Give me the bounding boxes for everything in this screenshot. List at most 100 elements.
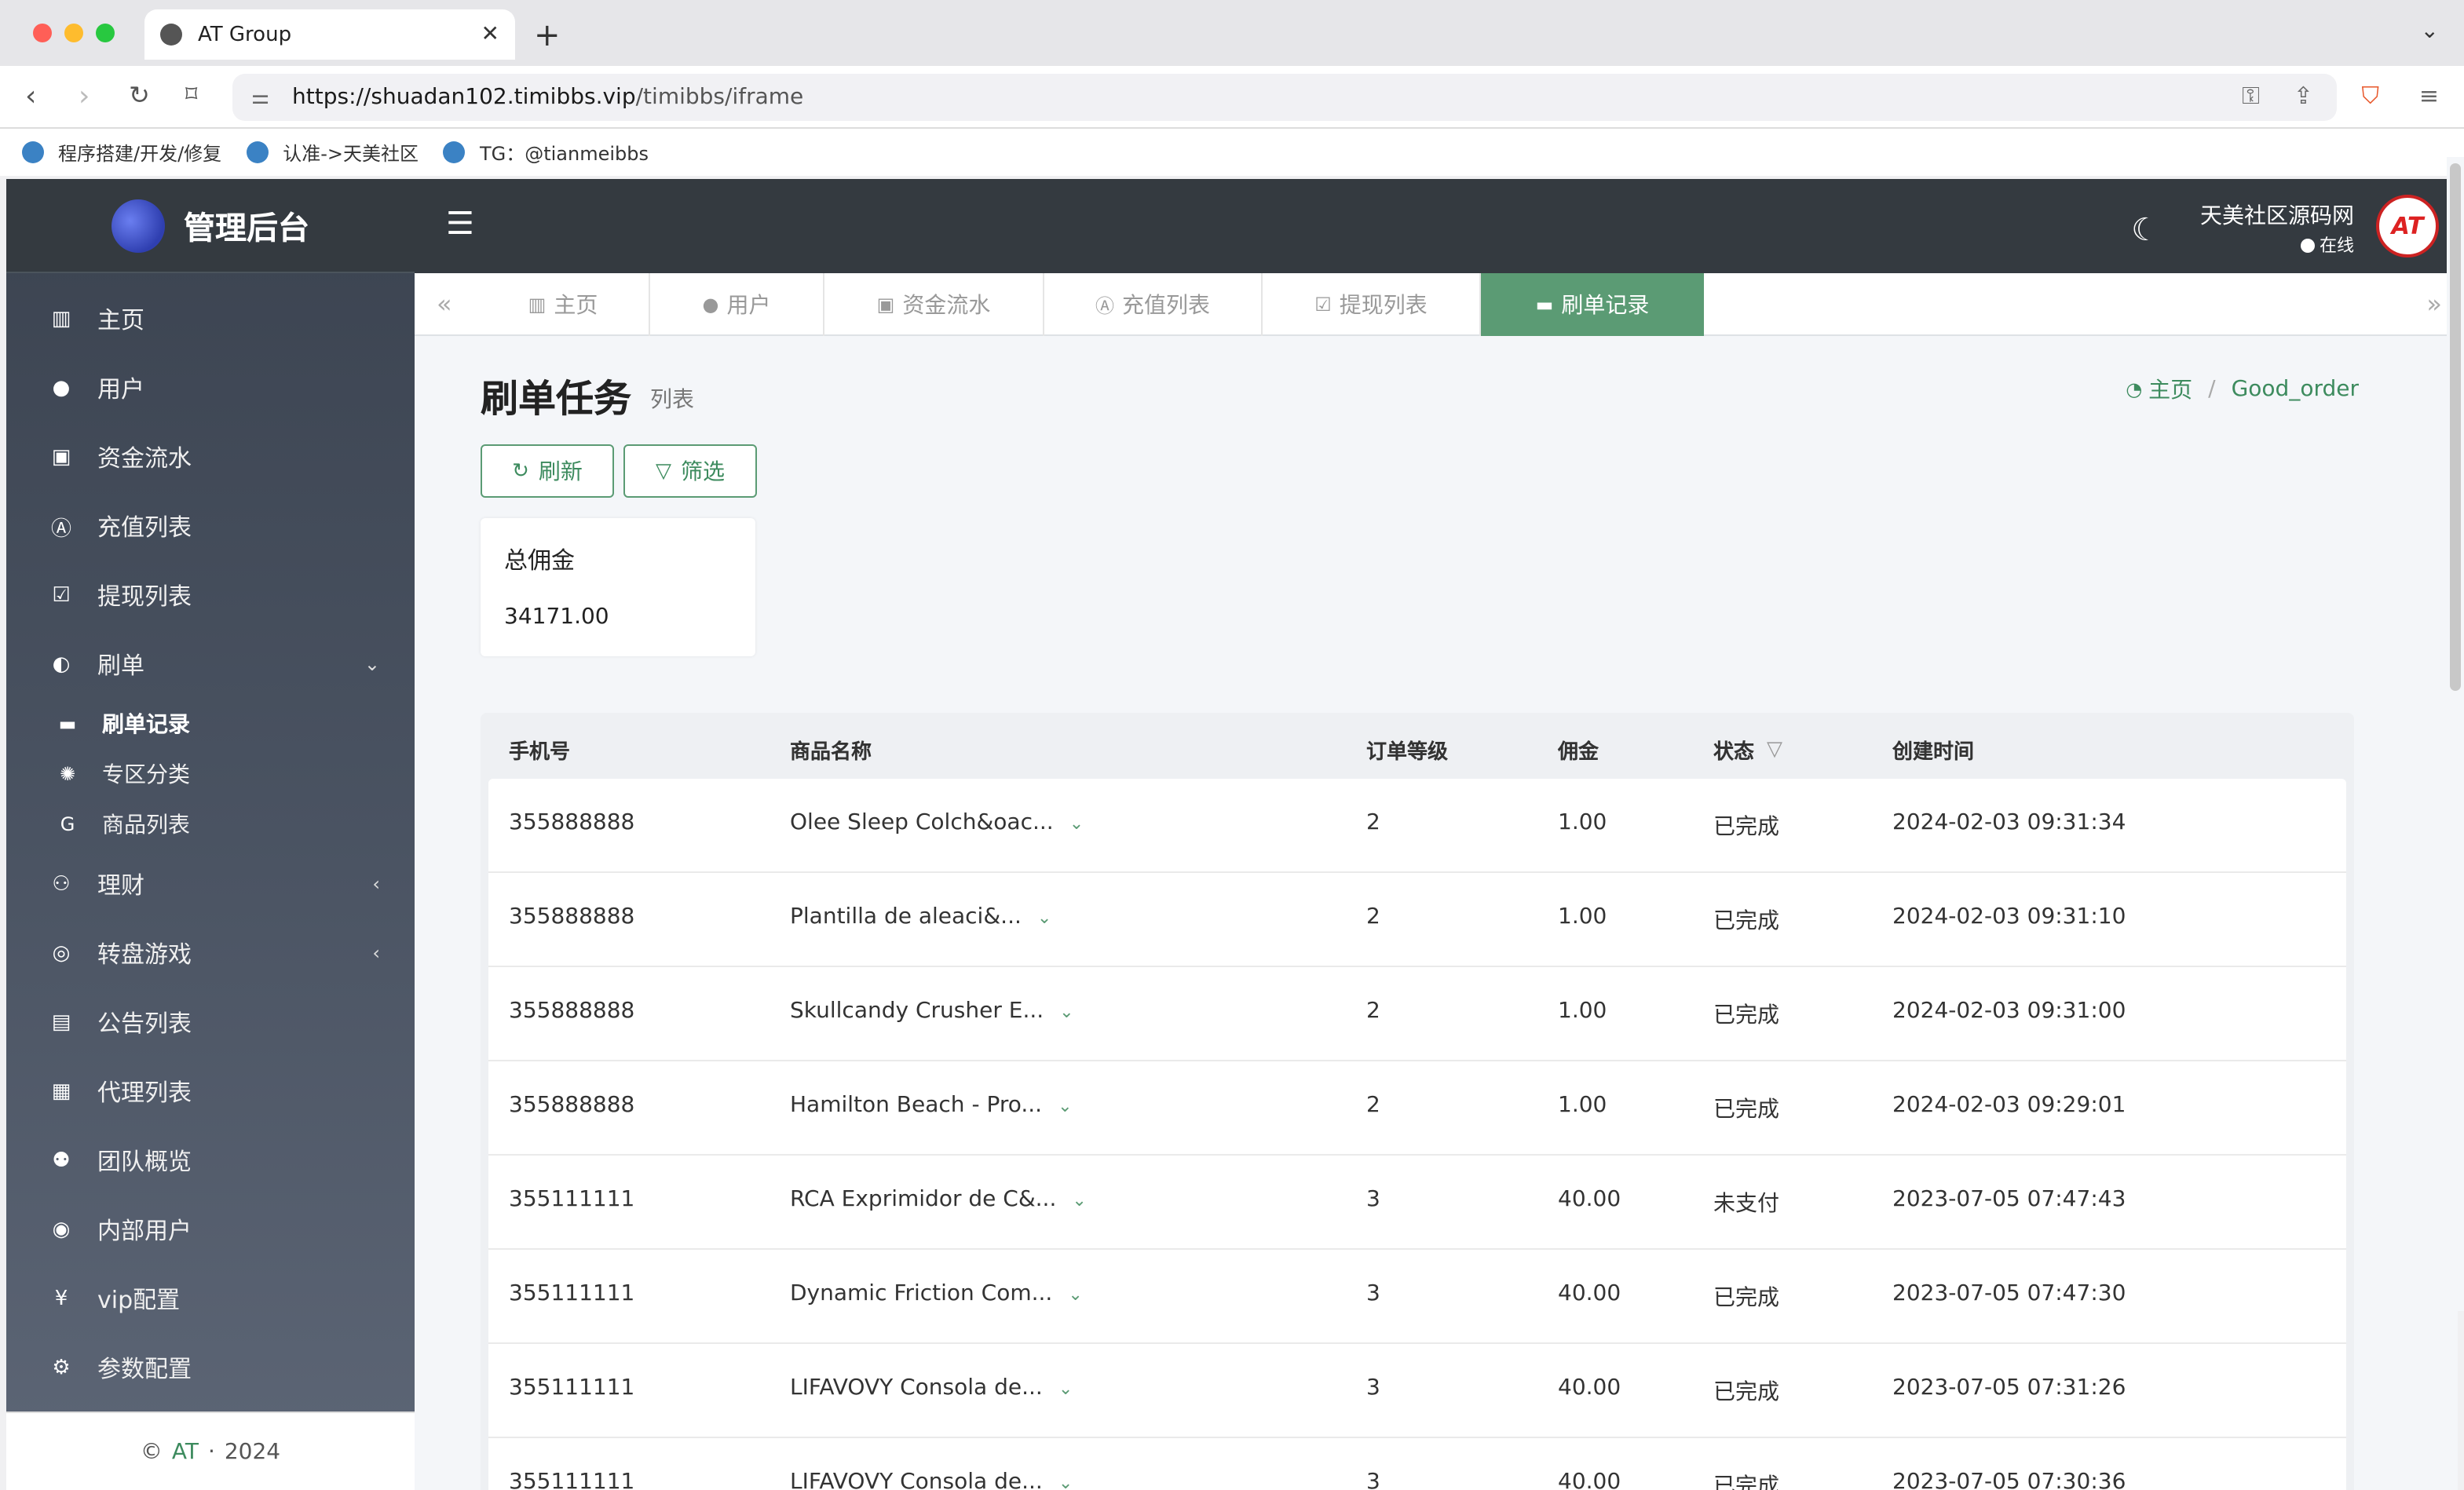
sidebar-item-wheel-game[interactable]: ◎ 转盘游戏 ‹ [6,918,415,988]
sidebar-item-announcements[interactable]: ▤ 公告列表 [6,988,415,1057]
close-tab-icon[interactable]: ✕ [481,22,499,47]
brand[interactable]: 管理后台 [6,179,415,273]
cell-created: 2024-02-03 09:31:00 [1892,999,2126,1024]
sidebar-subitem-categories[interactable]: ✺ 专区分类 [6,749,415,799]
expand-chevron-icon[interactable]: ⌄ [1059,1002,1073,1022]
table-row[interactable]: 355888888 Skullcandy Crusher E... ⌄ 2 1.00 已完… [488,967,2346,1061]
share-icon[interactable]: ⇪ [2294,82,2313,110]
bookmark-item[interactable]: TG：@tianmeibbs [443,139,649,166]
new-tab-icon[interactable]: + [534,16,561,53]
column-header-created[interactable]: 创建时间 [1892,735,1974,765]
url-host: https://shuadan102.timibbs.vip [292,85,636,110]
tab-brush-records[interactable]: ▬ 刷单记录 [1481,273,1704,336]
bookmark-item[interactable]: 认准->天美社区 [247,139,419,166]
sidebar-item-agents[interactable]: ▦ 代理列表 [6,1057,415,1126]
sidebar-item-users[interactable]: ● 用户 [6,353,415,422]
bookmark-item[interactable]: 程序搭建/开发/修复 [22,139,221,166]
cell-commission: 40.00 [1558,1281,1621,1306]
close-window-button[interactable] [33,24,52,42]
sidebar-item-team[interactable]: ⚉ 团队概览 [6,1126,415,1195]
sidebar-item-label: 商品列表 [102,813,190,838]
back-icon[interactable]: ‹ [25,80,36,113]
browser-tab[interactable]: AT Group ✕ [144,9,515,60]
tab-home[interactable]: ▥ 主页 [477,273,650,336]
sidebar-item-settings[interactable]: ⚙ 参数配置 [6,1333,415,1402]
table-row[interactable]: 355111111 LIFAVOVY Consola de... ⌄ 3 40.00 已完… [488,1438,2346,1490]
cell-level: 3 [1366,1281,1380,1306]
breadcrumb-home-link[interactable]: 主页 [2148,374,2192,405]
table-row[interactable]: 355888888 Olee Sleep Colch&oac... ⌄ 2 1.00 已完… [488,779,2346,873]
orders-table: 手机号 商品名称 订单等级 佣金 状态 ▽ 创建时间 355888888 Olee … [481,713,2354,1490]
cell-level: 3 [1366,1470,1380,1490]
expand-chevron-icon[interactable]: ⌄ [1068,1284,1082,1305]
expand-chevron-icon[interactable]: ⌄ [1069,813,1084,834]
sidebar-item-finance[interactable]: ⚇ 理财 ‹ [6,849,415,918]
reload-icon[interactable]: ↻ [129,80,150,110]
sidebar-item-recharge[interactable]: Ⓐ 充值列表 [6,491,415,561]
sidebar-subitem-products[interactable]: G 商品列表 [6,799,415,849]
chevron-down-icon[interactable]: ⌄ [2421,19,2439,44]
cell-text: 2023-07-05 07:47:30 [1892,1281,2126,1306]
sidebar-item-brush[interactable]: ◐ 刷单 ⌄ [6,630,415,699]
tab-withdraw[interactable]: ☑ 提现列表 [1263,273,1481,336]
tab-users[interactable]: ● 用户 [650,273,824,336]
column-header-status[interactable]: 状态 ▽ [1713,735,1782,765]
bookmark-icon[interactable]: ⌑ [185,80,197,108]
cell-phone: 355111111 [509,1187,634,1212]
user-name[interactable]: 天美社区源码网 [2200,199,2354,231]
online-dot-icon [2301,238,2315,252]
table-row[interactable]: 355111111 LIFAVOVY Consola de... ⌄ 3 40.00 已完… [488,1344,2346,1438]
menu-icon[interactable]: ≡ [2419,82,2439,110]
expand-chevron-icon[interactable]: ⌄ [1058,1473,1073,1490]
hamburger-menu-icon[interactable]: ☰ [446,204,474,242]
dark-mode-toggle-icon[interactable]: ☾ [2131,210,2159,248]
scrollbar-thumb[interactable] [2450,163,2461,691]
column-header-phone[interactable]: 手机号 [509,735,570,765]
tab-recharge[interactable]: Ⓐ 充值列表 [1044,273,1263,336]
footer-brand-link[interactable]: AT [172,1439,199,1464]
column-header-level[interactable]: 订单等级 [1366,735,1448,765]
cell-text: 355888888 [509,904,635,929]
expand-chevron-icon[interactable]: ⌄ [1072,1190,1086,1211]
sidebar-item-funds[interactable]: ▣ 资金流水 [6,422,415,491]
sidebar-item-internal-users[interactable]: ◉ 内部用户 [6,1195,415,1264]
site-favicon-icon [22,141,44,163]
scroll-tabs-left-icon[interactable]: « [437,289,452,319]
cogs-icon: ⚙ [52,1356,71,1379]
sidebar-item-vip[interactable]: ¥ vip配置 [6,1264,415,1333]
column-header-commission[interactable]: 佣金 [1558,735,1599,765]
cell-product: Hamilton Beach - Pro... ⌄ [790,1093,1073,1118]
url-field[interactable]: ⚌ https://shuadan102.timibbs.vip/timibbs… [232,74,2337,121]
tab-funds[interactable]: ▣ 资金流水 [824,273,1044,336]
table-row[interactable]: 355888888 Hamilton Beach - Pro... ⌄ 2 1.00 已完… [488,1061,2346,1156]
column-filter-icon[interactable]: ▽ [1767,738,1782,761]
minimize-window-button[interactable] [64,24,83,42]
dashboard-icon: ◔ [2126,378,2143,400]
breadcrumb-separator: / [2208,377,2216,402]
zoom-window-button[interactable] [96,24,115,42]
expand-chevron-icon[interactable]: ⌄ [1058,1379,1073,1399]
column-header-product[interactable]: 商品名称 [790,735,872,765]
cell-text: 355888888 [509,999,635,1024]
contact-icon: ▦ [51,1079,71,1103]
table-row[interactable]: 355111111 RCA Exprimidor de C&... ⌄ 3 40.00 未… [488,1156,2346,1250]
expand-chevron-icon[interactable]: ⌄ [1037,908,1051,928]
a-box-icon: Ⓐ [50,517,71,541]
forward-icon[interactable]: › [79,80,90,113]
key-icon[interactable]: ⚿ [2242,82,2260,110]
sidebar-item-withdraw[interactable]: ☑ 提现列表 [6,561,415,630]
sidebar-item-home[interactable]: ▥ 主页 [6,284,415,353]
table-row[interactable]: 355111111 Dynamic Friction Com... ⌄ 3 40.00 已… [488,1250,2346,1344]
refresh-button[interactable]: ↻ 刷新 [481,444,614,498]
brand-title: 管理后台 [184,209,309,247]
site-settings-icon[interactable]: ⚌ [251,86,269,110]
filter-button[interactable]: ▽ 筛选 [623,444,757,498]
cell-text: 2 [1366,810,1380,835]
cell-commission: 40.00 [1558,1187,1621,1212]
expand-chevron-icon[interactable]: ⌄ [1058,1096,1072,1116]
scroll-tabs-right-icon[interactable]: » [2426,289,2442,319]
brave-shield-icon[interactable]: ⛉ [2361,82,2379,110]
sidebar-subitem-brush-records[interactable]: ▬ 刷单记录 [6,699,415,749]
avatar[interactable]: AT [2376,195,2439,257]
table-row[interactable]: 355888888 Plantilla de aleaci&... ⌄ 2 1.00 已完… [488,873,2346,967]
